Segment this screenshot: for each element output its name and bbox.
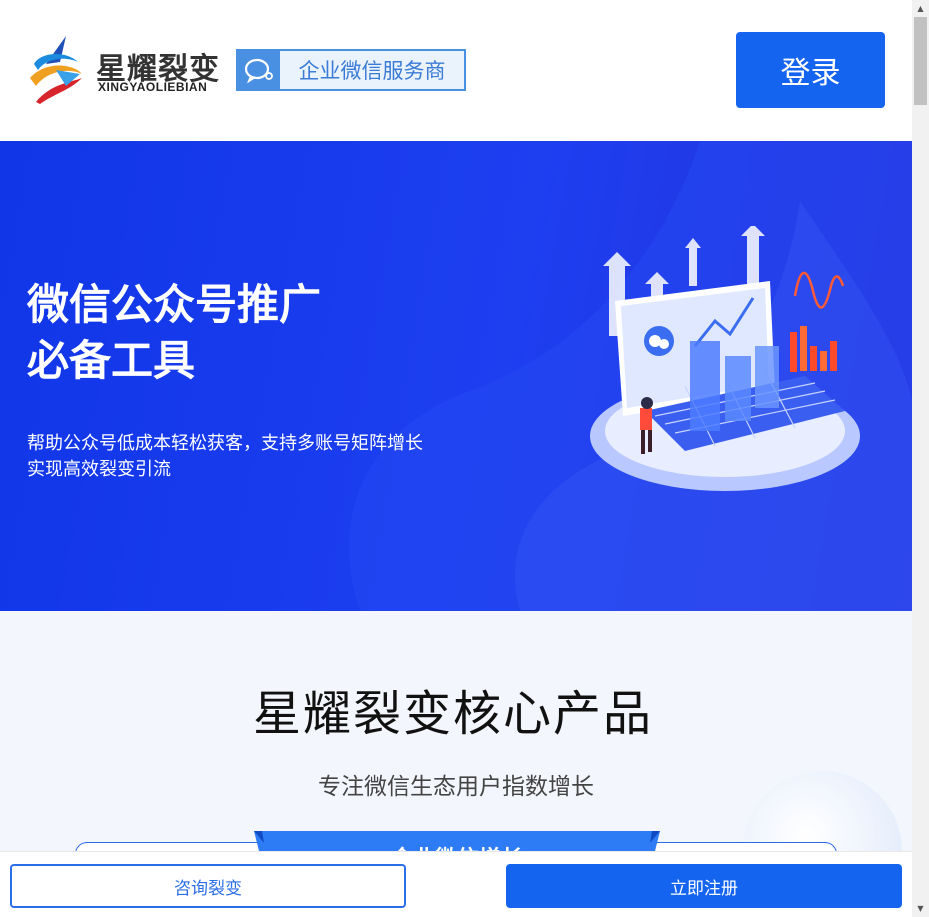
section-title: 星耀裂变核心产品 [252,686,653,742]
wework-provider-badge: 企业微信服务商 [236,49,466,91]
hero-banner: 微信公众号推广 必备工具 帮助公众号低成本轻松获客，支持多账号矩阵增长 实现高效… [0,141,912,611]
login-button[interactable]: 登录 [736,32,885,108]
growth-dashboard-illustration [590,226,860,491]
brand-logo-icon[interactable] [26,34,86,106]
bottom-action-bar: 咨询裂变 立即注册 [0,851,912,917]
scroll-down-arrow-icon[interactable]: ▼ [912,900,929,917]
hero-title-line2: 必备工具 [27,336,196,385]
wechat-work-icon [238,51,280,89]
consult-button[interactable]: 咨询裂变 [10,864,406,908]
hero-title-line1: 微信公众号推广 [27,280,322,329]
hero-subtitle-line1: 帮助公众号低成本轻松获客，支持多账号矩阵增长 [27,433,423,454]
scrollbar-thumb[interactable] [914,17,927,105]
vertical-scrollbar[interactable]: ▲ ▼ [912,0,929,917]
site-header: 星耀裂变 XINGYAOLIEBIAN 企业微信服务商 登录 [0,0,912,141]
brand-name-en: XINGYAOLIEBIAN [98,80,208,94]
hero-title: 微信公众号推广 必备工具 [27,277,321,389]
section-subtitle: 专注微信生态用户指数增长 [318,774,594,800]
register-button[interactable]: 立即注册 [506,864,902,908]
hero-subtitle-line2: 实现高效裂变引流 [27,459,171,480]
hero-subtitle: 帮助公众号低成本轻松获客，支持多账号矩阵增长 实现高效裂变引流 [27,431,423,483]
badge-label: 企业微信服务商 [280,51,464,89]
scroll-up-arrow-icon[interactable]: ▲ [912,0,929,17]
